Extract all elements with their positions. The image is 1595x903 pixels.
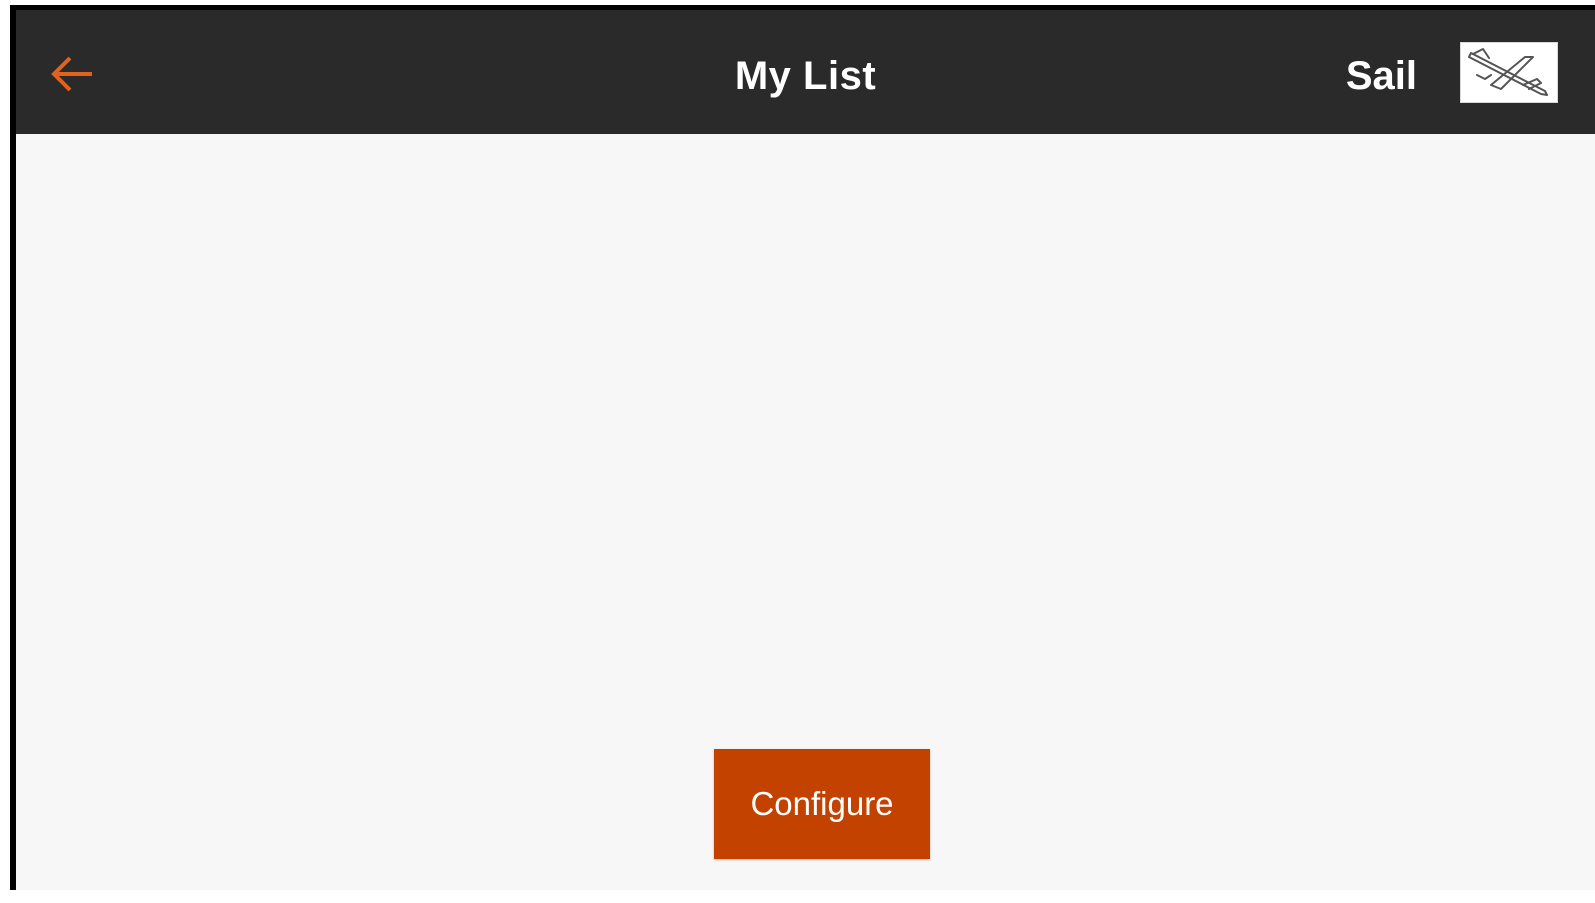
arrow-left-icon <box>51 56 92 92</box>
content-area: Configure <box>16 134 1595 890</box>
configure-button[interactable]: Configure <box>714 749 930 859</box>
model-name: Sail <box>1345 54 1417 98</box>
device-screen: My List Sail Configure <box>10 5 1595 890</box>
header-bar: My List Sail <box>16 10 1595 134</box>
airplane-icon <box>1468 47 1548 96</box>
model-image-button[interactable] <box>1460 42 1558 103</box>
back-button[interactable] <box>46 48 98 100</box>
